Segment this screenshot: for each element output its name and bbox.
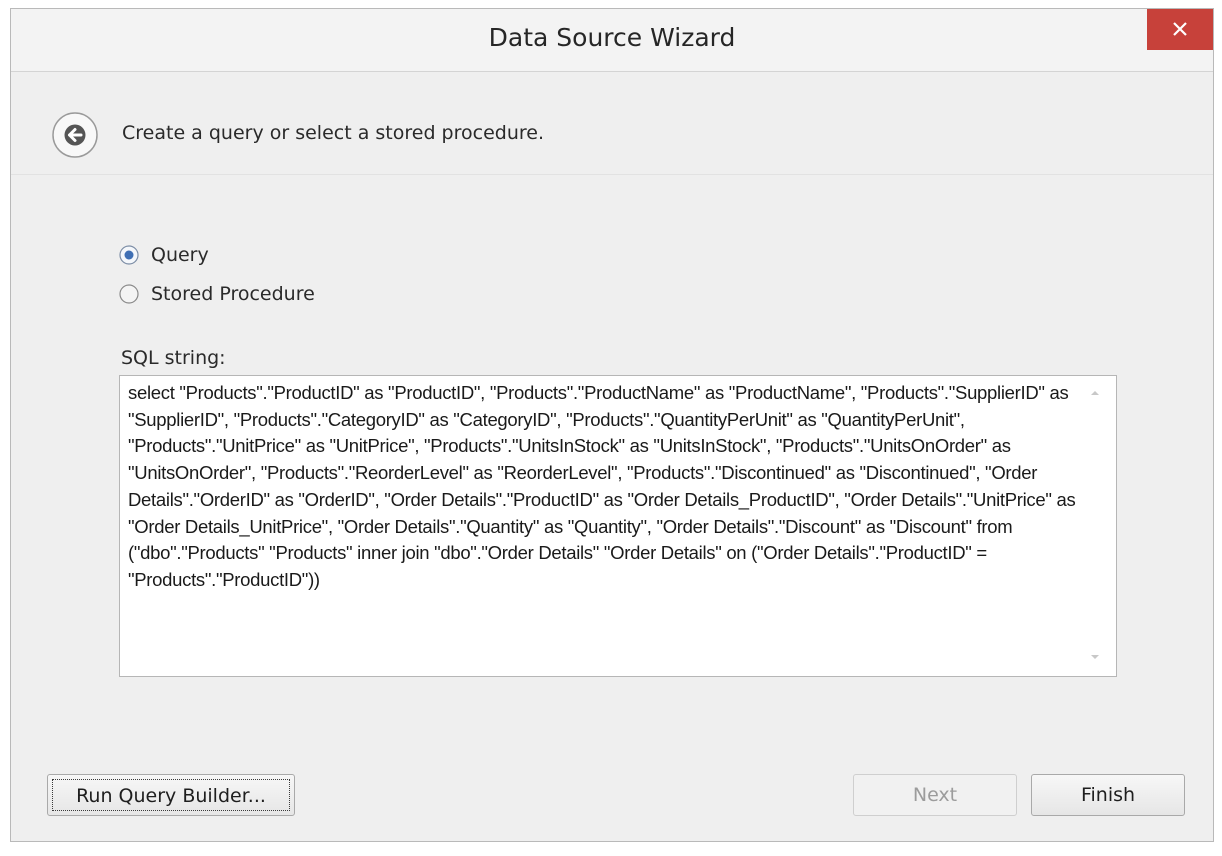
close-icon [1173, 22, 1187, 36]
scroll-up-icon[interactable] [1088, 388, 1102, 398]
finish-button[interactable]: Finish [1031, 774, 1185, 816]
query-radio[interactable]: Query [119, 244, 209, 266]
window-title: Data Source Wizard [488, 23, 736, 52]
wizard-content: Create a query or select a stored proced… [11, 71, 1213, 841]
query-radio-label: Query [151, 244, 209, 266]
radio-selected-icon [119, 245, 139, 265]
back-button[interactable] [51, 111, 99, 159]
wizard-header: Create a query or select a stored proced… [11, 72, 1213, 175]
stored-procedure-radio-label: Stored Procedure [151, 283, 315, 305]
close-button[interactable] [1147, 9, 1213, 50]
sql-string-text[interactable]: select "Products"."ProductID" as "Produc… [128, 380, 1076, 594]
next-button[interactable]: Next [853, 774, 1017, 816]
sql-string-label: SQL string: [121, 347, 226, 369]
back-arrow-icon [52, 112, 98, 158]
sql-string-input[interactable]: select "Products"."ProductID" as "Produc… [119, 375, 1117, 677]
scroll-down-icon[interactable] [1088, 652, 1102, 662]
data-source-wizard-window: Data Source Wizard Create a query or sel… [10, 8, 1214, 842]
run-query-builder-button[interactable]: Run Query Builder... [47, 774, 295, 816]
wizard-instruction: Create a query or select a stored proced… [122, 122, 544, 144]
title-bar: Data Source Wizard [11, 9, 1213, 71]
run-query-builder-label: Run Query Builder... [52, 779, 290, 811]
stored-procedure-radio[interactable]: Stored Procedure [119, 283, 315, 305]
radio-unselected-icon [119, 284, 139, 304]
